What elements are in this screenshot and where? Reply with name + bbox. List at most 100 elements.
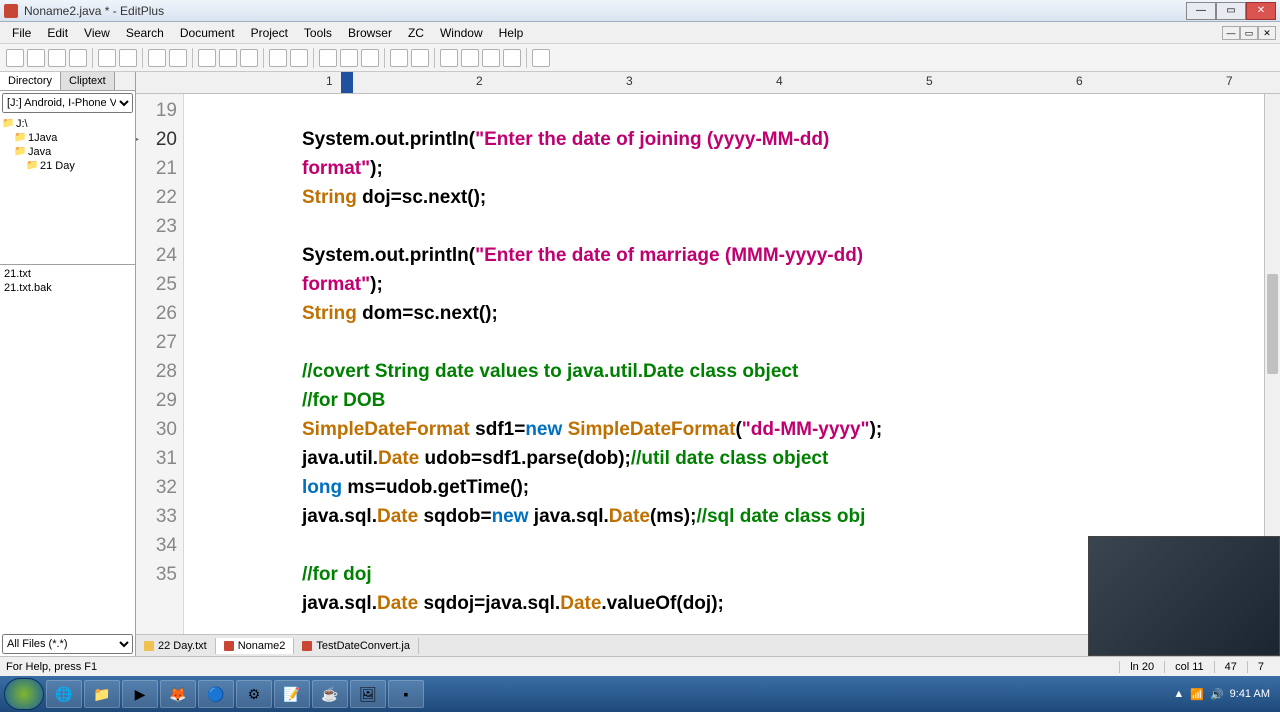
tool2-icon[interactable]	[482, 49, 500, 67]
menu-tools[interactable]: Tools	[296, 24, 340, 42]
code-line[interactable]	[192, 212, 1280, 241]
paste-icon[interactable]	[240, 49, 258, 67]
code-line[interactable]	[192, 96, 1280, 125]
doc-tab[interactable]: Noname2	[216, 638, 295, 654]
drive-select[interactable]: [J:] Android, I-Phone V	[2, 93, 133, 113]
menu-window[interactable]: Window	[432, 24, 491, 42]
save-icon[interactable]	[48, 49, 66, 67]
run-icon[interactable]	[411, 49, 429, 67]
copy-icon[interactable]	[219, 49, 237, 67]
tree-node[interactable]: Java	[14, 145, 133, 159]
code-line[interactable]: String dom=sc.next();	[192, 299, 1280, 328]
menu-project[interactable]: Project	[243, 24, 296, 42]
open-icon[interactable]	[27, 49, 45, 67]
menu-browser[interactable]: Browser	[340, 24, 400, 42]
close-button[interactable]: ✕	[1246, 2, 1276, 20]
taskbar-java-icon[interactable]: ☕	[312, 680, 348, 708]
code-line[interactable]: format");	[192, 270, 1280, 299]
wrap-icon[interactable]	[340, 49, 358, 67]
file-icon	[302, 641, 312, 651]
taskbar-app2-icon[interactable]: 🖼	[350, 680, 386, 708]
line-number: 31	[136, 444, 177, 473]
code-line[interactable]: System.out.println("Enter the date of ma…	[192, 241, 1280, 270]
preview-icon[interactable]	[119, 49, 137, 67]
spell-icon[interactable]	[390, 49, 408, 67]
maximize-button[interactable]: ▭	[1216, 2, 1246, 20]
code-line[interactable]: java.util.Date udob=sdf1.parse(dob);//ut…	[192, 444, 1280, 473]
ruler-mark: 6	[1076, 74, 1083, 88]
app-icon	[4, 4, 18, 18]
directory-tree[interactable]: J:\1JavaJava21 Day	[0, 115, 135, 265]
print-icon[interactable]	[98, 49, 116, 67]
file-item[interactable]: 21.txt.bak	[2, 281, 133, 295]
status-v2: 7	[1247, 661, 1274, 673]
code-line[interactable]: System.out.println("Enter the date of jo…	[192, 125, 1280, 154]
system-tray[interactable]: ▲ 📶 🔊 9:41 AM	[1173, 688, 1276, 701]
taskbar-media-icon[interactable]: ▶	[122, 680, 158, 708]
tree-node[interactable]: 1Java	[14, 131, 133, 145]
tool1-icon[interactable]	[461, 49, 479, 67]
doc-tab[interactable]: 22 Day.txt	[136, 638, 216, 654]
line-number: 29	[136, 386, 177, 415]
menu-document[interactable]: Document	[172, 24, 243, 42]
taskbar-ie-icon[interactable]: 🌐	[46, 680, 82, 708]
cut-icon[interactable]	[198, 49, 216, 67]
menu-zc[interactable]: ZC	[400, 24, 432, 42]
taskbar-cmd-icon[interactable]: ▪	[388, 680, 424, 708]
minimize-button[interactable]: —	[1186, 2, 1216, 20]
tab-cliptext[interactable]: Cliptext	[61, 72, 115, 90]
new-icon[interactable]	[6, 49, 24, 67]
start-button[interactable]	[4, 678, 44, 710]
taskbar-firefox-icon[interactable]: 🦊	[160, 680, 196, 708]
menu-file[interactable]: File	[4, 24, 39, 42]
ruler-mark: 5	[926, 74, 933, 88]
undo-icon[interactable]	[148, 49, 166, 67]
code-line[interactable]: long ms=udob.getTime();	[192, 473, 1280, 502]
tool3-icon[interactable]	[503, 49, 521, 67]
line-number: 19	[136, 96, 177, 125]
file-item[interactable]: 21.txt	[2, 267, 133, 281]
menu-search[interactable]: Search	[118, 24, 172, 42]
ruler-mark: 2	[476, 74, 483, 88]
tray-time: 9:41 AM	[1230, 688, 1270, 700]
find-icon[interactable]	[269, 49, 287, 67]
code-line[interactable]: String doj=sc.next();	[192, 183, 1280, 212]
code-line[interactable]: //for DOB	[192, 386, 1280, 415]
menu-help[interactable]: Help	[491, 24, 532, 42]
code-line[interactable]: //covert String date values to java.util…	[192, 357, 1280, 386]
menu-edit[interactable]: Edit	[39, 24, 76, 42]
file-filter-select[interactable]: All Files (*.*)	[2, 634, 133, 654]
file-icon	[224, 641, 234, 651]
doc-tab[interactable]: TestDateConvert.ja	[294, 638, 419, 654]
code-line[interactable]: format");	[192, 154, 1280, 183]
line-number: 24	[136, 241, 177, 270]
tab-directory[interactable]: Directory	[0, 72, 61, 90]
tray-network-icon: 📶	[1190, 688, 1204, 701]
doc-window-controls: — ▭ ✕	[1222, 26, 1276, 40]
tree-node[interactable]: J:\	[2, 117, 133, 131]
code-line[interactable]: java.sql.Date sqdob=new java.sql.Date(ms…	[192, 502, 1280, 531]
browser-icon[interactable]	[440, 49, 458, 67]
save-all-icon[interactable]	[69, 49, 87, 67]
redo-icon[interactable]	[169, 49, 187, 67]
replace-icon[interactable]	[290, 49, 308, 67]
doc-close-button[interactable]: ✕	[1258, 26, 1276, 40]
doc-minimize-button[interactable]: —	[1222, 26, 1240, 40]
code-line[interactable]	[192, 328, 1280, 357]
scrollbar-thumb[interactable]	[1267, 274, 1278, 374]
taskbar-editplus-icon[interactable]: 📝	[274, 680, 310, 708]
font-icon[interactable]	[319, 49, 337, 67]
taskbar-explorer-icon[interactable]: 📁	[84, 680, 120, 708]
tree-node[interactable]: 21 Day	[26, 159, 133, 173]
taskbar-app1-icon[interactable]: ⚙	[236, 680, 272, 708]
doc-restore-button[interactable]: ▭	[1240, 26, 1258, 40]
hex-icon[interactable]	[361, 49, 379, 67]
code-line[interactable]: SimpleDateFormat sdf1=new SimpleDateForm…	[192, 415, 1280, 444]
file-list[interactable]: 21.txt21.txt.bak	[0, 265, 135, 632]
taskbar-chrome-icon[interactable]: 🔵	[198, 680, 234, 708]
status-help: For Help, press F1	[6, 661, 1119, 673]
menu-view[interactable]: View	[76, 24, 118, 42]
titlebar: Noname2.java * - EditPlus — ▭ ✕	[0, 0, 1280, 22]
line-number: 23	[136, 212, 177, 241]
help-icon[interactable]	[532, 49, 550, 67]
